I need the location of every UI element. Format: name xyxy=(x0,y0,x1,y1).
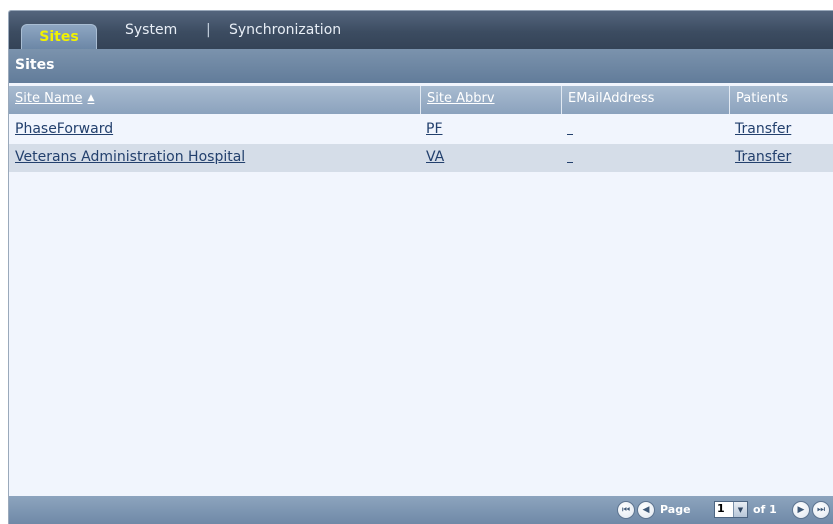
last-page-icon[interactable]: ⏭ xyxy=(812,501,830,519)
column-header-site-name[interactable]: Site Name ▲ xyxy=(9,86,420,114)
page-select[interactable]: 1 ▼ xyxy=(714,501,748,518)
grid-header: Site Name ▲ Site Abbrv EMailAddress Patie… xyxy=(9,86,833,114)
email-link[interactable] xyxy=(567,134,573,135)
column-header-email-address: EMailAddress xyxy=(561,86,729,114)
tab-system[interactable]: System xyxy=(125,22,177,38)
email-link[interactable] xyxy=(567,162,573,163)
transfer-link[interactable]: Transfer xyxy=(729,144,791,172)
table-row: Veterans Administration Hospital VA Tran… xyxy=(9,144,833,172)
page-count-label: of 1 xyxy=(753,503,777,516)
column-header-site-abbrv[interactable]: Site Abbrv xyxy=(420,86,561,114)
panel-title: Sites xyxy=(15,57,55,73)
column-header-email-address-label: EMailAddress xyxy=(568,91,655,106)
tab-sites[interactable]: Sites xyxy=(21,24,97,49)
sites-panel: Sites System | Synchronization Sites Sit… xyxy=(8,10,833,524)
column-header-site-name-label: Site Name xyxy=(15,91,83,106)
column-header-patients: Patients xyxy=(729,86,833,114)
tab-bar: Sites System | Synchronization xyxy=(9,11,833,49)
table-row: PhaseForward PF Transfer xyxy=(9,116,833,144)
next-page-icon[interactable]: ▶ xyxy=(792,501,810,519)
tab-sites-label: Sites xyxy=(39,29,79,45)
panel-title-bar: Sites xyxy=(9,49,833,83)
column-header-patients-label: Patients xyxy=(736,91,789,106)
site-name-link[interactable]: PhaseForward xyxy=(9,116,113,144)
first-page-icon[interactable]: ⏮ xyxy=(617,501,635,519)
site-abbrv-link[interactable]: VA xyxy=(420,144,444,172)
site-abbrv-link[interactable]: PF xyxy=(420,116,443,144)
previous-page-icon[interactable]: ◀ xyxy=(637,501,655,519)
tab-synchronization[interactable]: Synchronization xyxy=(229,22,341,38)
sort-ascending-icon: ▲ xyxy=(87,93,95,103)
page-label: Page xyxy=(660,503,691,516)
column-header-site-abbrv-label: Site Abbrv xyxy=(427,91,495,106)
transfer-link[interactable]: Transfer xyxy=(729,116,791,144)
dropdown-arrow-icon[interactable]: ▼ xyxy=(733,502,747,517)
tab-separator: | xyxy=(206,22,211,38)
page-select-value: 1 xyxy=(717,502,725,515)
site-name-link[interactable]: Veterans Administration Hospital xyxy=(9,144,245,172)
pagination-bar: ⏮ ◀ Page 1 ▼ of 1 ▶ ⏭ xyxy=(9,496,833,524)
